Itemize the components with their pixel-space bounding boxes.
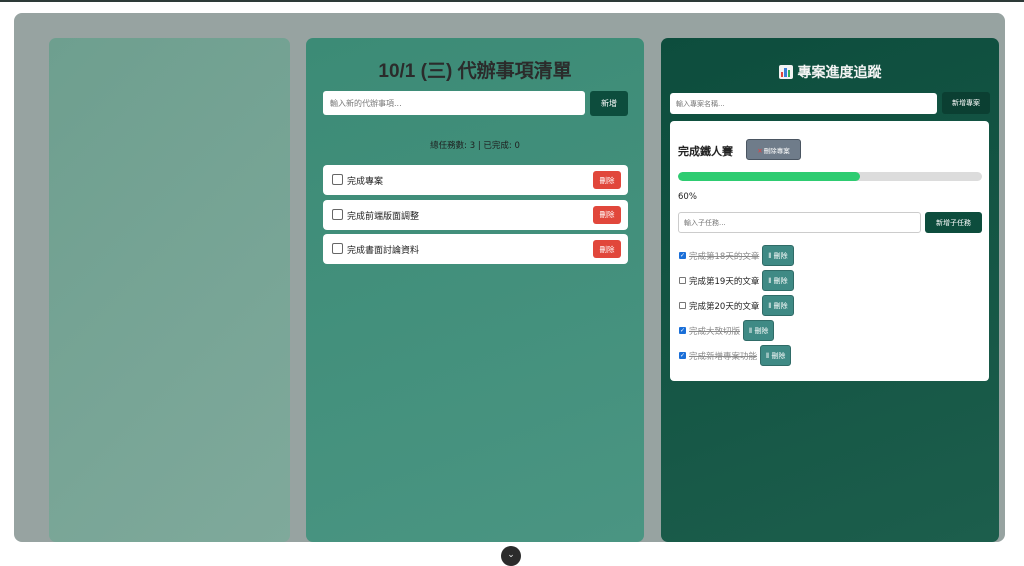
project-panel-title: 專案進度追蹤 (661, 62, 999, 82)
left-panel (49, 38, 290, 542)
delete-subtask-label: 刪除 (771, 351, 786, 360)
delete-subtask-label: 刪除 (773, 251, 788, 260)
todo-item: 完成前端版面調整 刪除 (323, 199, 628, 230)
subtask-item: 完成第19天的文章 ⦀ 刪除 (679, 268, 794, 293)
subtask-checkbox[interactable]: ✓ (679, 252, 686, 259)
delete-subtask-label: 刪除 (773, 276, 788, 285)
bar-chart-icon (778, 65, 793, 79)
add-todo-button[interactable]: 新增 (590, 91, 628, 116)
subtask-item: ✓ 完成新增專案功能 ⦀ 刪除 (679, 343, 794, 368)
subtask-checkbox[interactable]: ✓ (679, 327, 686, 334)
progress-fill (678, 172, 861, 181)
subtask-text: 完成第20天的文章 (689, 301, 760, 312)
cross-mark-icon: ✕ (757, 146, 763, 155)
delete-todo-button[interactable]: 刪除 (593, 240, 621, 258)
top-border (0, 0, 1024, 2)
delete-subtask-button[interactable]: ⦀ 刪除 (762, 270, 794, 291)
todo-item: 完成書面討論資料 刪除 (323, 234, 628, 264)
subtask-item: ✓ 完成大致切版 ⦀ 刪除 (679, 318, 794, 343)
delete-subtask-button[interactable]: ⦀ 刪除 (743, 320, 775, 341)
project-panel-title-text: 專案進度追蹤 (797, 64, 882, 80)
delete-project-button[interactable]: ✕刪除專案 (746, 139, 801, 160)
subtask-item: 完成第20天的文章 ⦀ 刪除 (679, 293, 794, 318)
delete-todo-button[interactable]: 刪除 (593, 205, 621, 224)
delete-todo-button[interactable]: 刪除 (593, 171, 621, 189)
todo-checkbox[interactable] (332, 243, 343, 254)
subtask-item: ✓ 完成第18天的文章 ⦀ 刪除 (679, 243, 794, 268)
progress-bar (678, 172, 982, 181)
todo-input[interactable] (323, 91, 585, 115)
project-card: 完成鐵人賽 ✕刪除專案 60% 新增子任務 ✓ 完成第18天的文章 ⦀ 刪除 完… (670, 121, 989, 381)
todo-checkbox[interactable] (332, 208, 343, 220)
todo-checkbox[interactable] (332, 174, 343, 185)
todo-list: 完成專案 刪除 完成前端版面調整 刪除 完成書面討論資料 刪除 (323, 165, 628, 269)
subtask-input[interactable] (678, 212, 921, 233)
subtask-checkbox[interactable] (679, 302, 686, 309)
delete-subtask-button[interactable]: ⦀ 刪除 (762, 295, 794, 316)
add-project-button[interactable]: 新增專案 (942, 92, 990, 114)
todo-item-text: 完成前端版面調整 (347, 211, 420, 222)
subtask-text: 完成第18天的文章 (689, 251, 760, 262)
subtask-text: 完成第19天的文章 (689, 276, 760, 287)
project-name: 完成鐵人賽 (678, 146, 733, 158)
subtask-list: ✓ 完成第18天的文章 ⦀ 刪除 完成第19天的文章 ⦀ 刪除 完成第20天的文… (679, 243, 794, 368)
subtask-checkbox[interactable]: ✓ (679, 352, 686, 359)
subtask-text: 完成大致切版 (689, 326, 741, 337)
progress-percent: 60% (678, 192, 697, 202)
todo-item-text: 完成書面討論資料 (347, 246, 420, 256)
app-frame: 10/1 (三) 代辦事項清單 新增 總任務數: 3 | 已完成: 0 完成專案… (14, 13, 1005, 542)
todo-item-text: 完成專案 (347, 177, 384, 187)
subtask-checkbox[interactable] (679, 277, 686, 284)
add-subtask-button[interactable]: 新增子任務 (925, 212, 982, 233)
todo-stats: 總任務數: 3 | 已完成: 0 (430, 141, 520, 151)
delete-subtask-label: 刪除 (773, 301, 788, 310)
chevron-down-icon[interactable]: ⌄ (501, 546, 521, 566)
delete-subtask-label: 刪除 (754, 326, 769, 335)
delete-project-label: 刪除專案 (763, 146, 790, 155)
subtask-text: 完成新增專案功能 (689, 351, 758, 362)
todo-item: 完成專案 刪除 (323, 165, 628, 195)
project-panel: 專案進度追蹤 新增專案 完成鐵人賽 ✕刪除專案 60% 新增子任務 ✓ 完成第1… (661, 38, 999, 542)
project-name-input[interactable] (670, 93, 937, 114)
todo-title: 10/1 (三) 代辦事項清單 (378, 61, 572, 82)
delete-subtask-button[interactable]: ⦀ 刪除 (760, 345, 792, 366)
delete-subtask-button[interactable]: ⦀ 刪除 (762, 245, 794, 266)
todo-panel: 10/1 (三) 代辦事項清單 新增 總任務數: 3 | 已完成: 0 完成專案… (306, 38, 644, 542)
